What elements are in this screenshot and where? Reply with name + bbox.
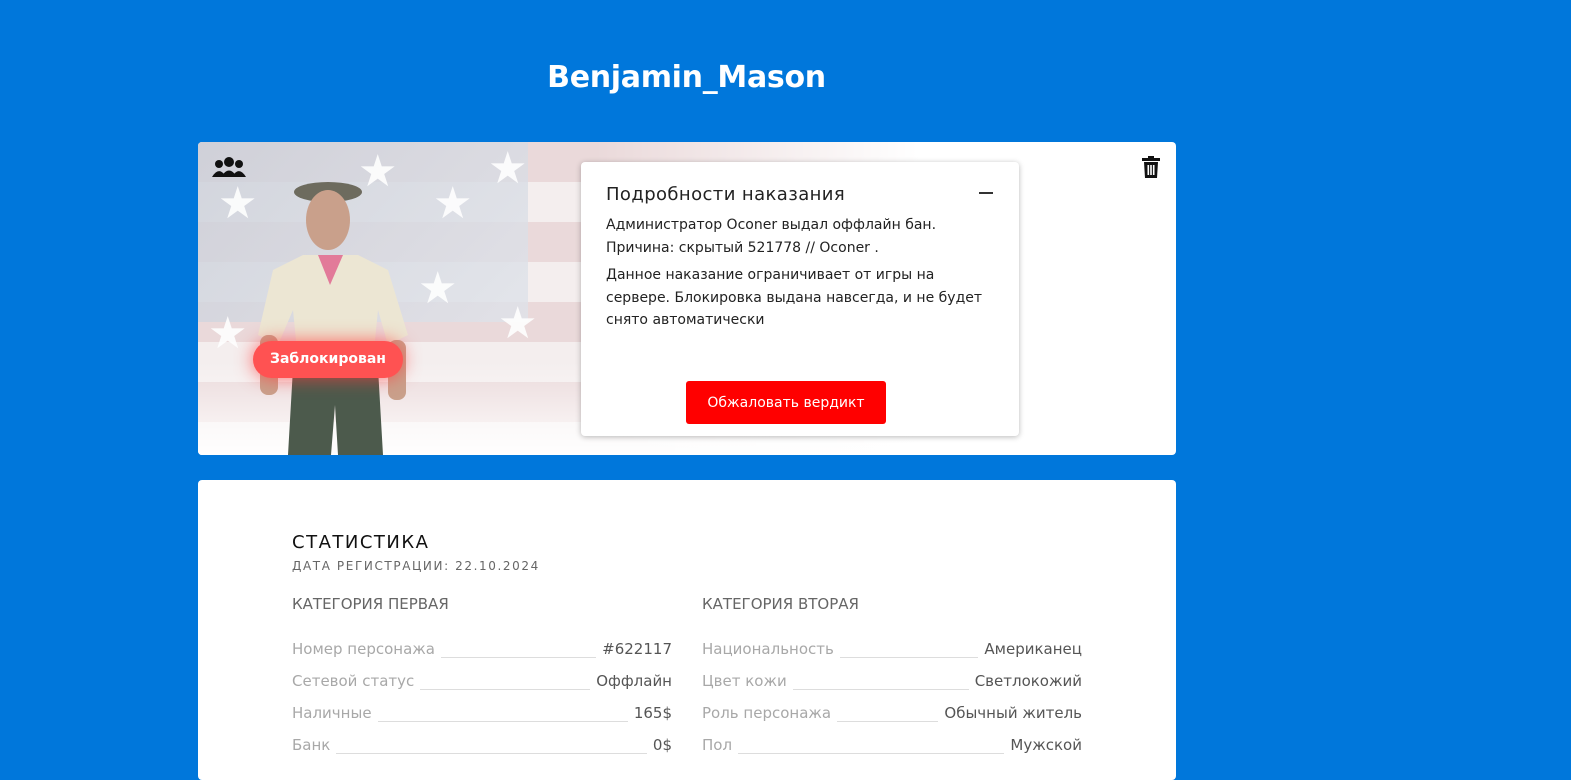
stat-label: Банк — [292, 736, 331, 754]
stat-row: Сетевой статус Оффлайн — [292, 665, 672, 697]
minus-icon[interactable] — [979, 192, 993, 194]
users-icon[interactable] — [212, 156, 246, 178]
stat-row: Банк 0$ — [292, 729, 672, 761]
flag-star: ★ — [488, 143, 528, 194]
punishment-details-card: Подробности наказания Администратор Ocon… — [581, 162, 1019, 436]
appeal-button[interactable]: Обжаловать вердикт — [686, 381, 886, 424]
trash-icon[interactable] — [1142, 156, 1160, 178]
stat-value: 0$ — [652, 736, 672, 754]
stat-label: Роль персонажа — [702, 704, 832, 722]
stat-row: Номер персонажа #622117 — [292, 633, 672, 665]
stat-row: Наличные 165$ — [292, 697, 672, 729]
stat-row: Роль персонажа Обычный житель — [702, 697, 1082, 729]
stat-value: Светлокожий — [974, 672, 1082, 690]
dotted-leader — [420, 688, 591, 690]
stat-value: 165$ — [633, 704, 672, 722]
page-title: Benjamin_Mason — [547, 60, 826, 95]
category-second: КАТЕГОРИЯ ВТОРАЯ Национальность Американ… — [702, 595, 1082, 761]
status-badge: Заблокирован — [253, 341, 403, 378]
statistics-title: СТАТИСТИКА — [292, 532, 430, 553]
statistics-card: СТАТИСТИКА ДАТА РЕГИСТРАЦИИ: 22.10.2024 … — [198, 480, 1176, 780]
dotted-leader — [440, 656, 597, 658]
stat-row: Национальность Американец — [702, 633, 1082, 665]
dotted-leader — [377, 720, 628, 722]
stat-value: Мужской — [1010, 736, 1082, 754]
flag-star: ★ — [498, 298, 538, 349]
dotted-leader — [738, 752, 1005, 754]
category-title: КАТЕГОРИЯ ПЕРВАЯ — [292, 595, 449, 613]
dotted-leader — [839, 656, 979, 658]
stat-row: Цвет кожи Светлокожий — [702, 665, 1082, 697]
profile-card: ★ ★ ★ ★ ★ ★ ★ ★ Заблокирован Подробно — [198, 142, 1176, 455]
stat-label: Наличные — [292, 704, 372, 722]
category-title: КАТЕГОРИЯ ВТОРАЯ — [702, 595, 859, 613]
stat-value: Американец — [984, 640, 1082, 658]
stat-label: Сетевой статус — [292, 672, 415, 690]
stat-value: #622117 — [602, 640, 672, 658]
stat-label: Цвет кожи — [702, 672, 787, 690]
flag-star: ★ — [433, 178, 473, 229]
stat-label: Национальность — [702, 640, 834, 658]
stat-value: Обычный житель — [944, 704, 1082, 722]
punishment-title: Подробности наказания — [606, 184, 846, 205]
dotted-leader — [837, 720, 939, 722]
registration-date: ДАТА РЕГИСТРАЦИИ: 22.10.2024 — [292, 559, 540, 573]
stat-label: Номер персонажа — [292, 640, 435, 658]
stat-row: Пол Мужской — [702, 729, 1082, 761]
stat-value: Оффлайн — [596, 672, 672, 690]
stat-label: Пол — [702, 736, 733, 754]
punishment-reason: Администратор Oconer выдал оффлайн бан. … — [606, 217, 937, 256]
dotted-leader — [792, 688, 969, 690]
dotted-leader — [336, 752, 647, 754]
character-avatar — [258, 182, 408, 455]
punishment-description: Данное наказание ограничивает от игры на… — [606, 267, 983, 328]
category-first: КАТЕГОРИЯ ПЕРВАЯ Номер персонажа #622117… — [292, 595, 672, 761]
